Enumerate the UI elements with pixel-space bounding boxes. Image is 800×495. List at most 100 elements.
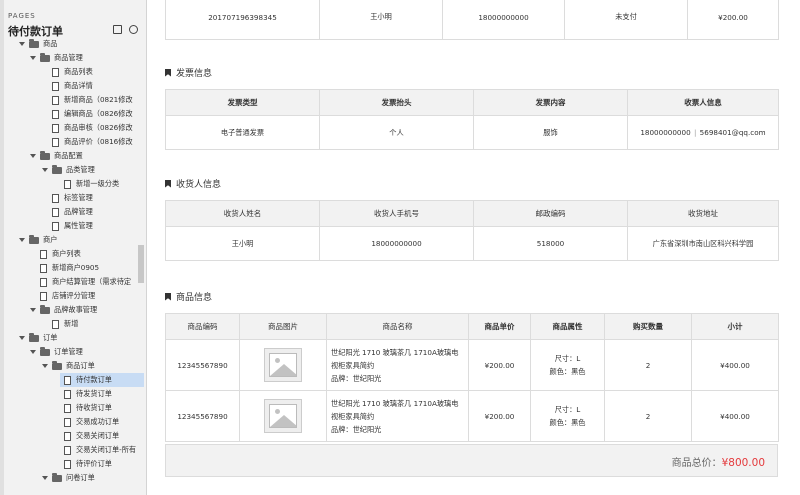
sidebar-item[interactable]: 商品配置 (30, 149, 83, 163)
expand-arrow-icon[interactable] (30, 154, 36, 158)
sidebar-scrollbar[interactable] (138, 245, 144, 283)
page-icon (64, 459, 71, 469)
page-icon (64, 375, 71, 385)
folder-icon (40, 52, 50, 62)
sidebar-item[interactable]: 新增商品（0821修改 (52, 93, 133, 107)
expand-arrow-icon[interactable] (19, 238, 25, 242)
table-row: 12345567890 世纪阳光 1710 玻璃茶几 1710A玻璃电视柜家具简… (165, 390, 779, 442)
expand-arrow-icon[interactable] (42, 168, 48, 172)
goods-attr: 尺寸：L 颜色：黑色 (530, 390, 605, 442)
sidebar-item-label: 新增一级分类 (76, 179, 120, 188)
folder-icon (40, 304, 50, 314)
sidebar-item[interactable]: 新增一级分类 (64, 177, 119, 191)
buyer-name: 王小明 (319, 0, 443, 40)
expand-arrow-icon[interactable] (30, 308, 36, 312)
image-placeholder-icon (264, 399, 302, 433)
sidebar-item[interactable]: 商户结算管理（需求待定 (40, 275, 131, 289)
consignee-section-title: 收货人信息 (165, 177, 221, 190)
sidebar-item[interactable]: 订单 (19, 331, 57, 345)
goods-price: ¥200.00 (468, 339, 531, 391)
sidebar-item[interactable]: 问卷订单 (42, 471, 95, 485)
sidebar-item-label: 问卷订单 (66, 473, 95, 482)
goods-table: 商品编码 商品图片 商品名称 商品单价 商品属性 购买数量 小计 1234556… (165, 313, 779, 442)
expand-arrow-icon[interactable] (19, 42, 25, 46)
page-icon (40, 277, 47, 287)
consignee-address: 广东省深圳市南山区科兴科学园 (627, 226, 779, 261)
invoice-header-recipient: 收票人信息 (627, 89, 779, 116)
pages-label: PAGES (8, 12, 36, 20)
total-label: 商品总价： (671, 458, 722, 469)
sidebar-item[interactable]: 店铺评分管理 (40, 289, 95, 303)
settings-icon[interactable] (129, 25, 138, 34)
export-icon[interactable] (113, 25, 122, 34)
sidebar-item[interactable]: 交易成功订单 (64, 415, 119, 429)
main-content: 201707196398345 王小明 18000000000 未支付 ¥200… (147, 0, 800, 495)
sidebar-item-label: 商户 (43, 235, 58, 244)
invoice-section-title: 发票信息 (165, 66, 212, 79)
expand-arrow-icon[interactable] (30, 350, 36, 354)
page-icon (52, 319, 59, 329)
order-number: 201707196398345 (165, 0, 320, 40)
payment-status: 未支付 (564, 0, 688, 40)
order-table: 201707196398345 王小明 18000000000 未支付 ¥200… (165, 0, 779, 40)
sidebar-item[interactable]: 商品 (19, 37, 57, 51)
sidebar-item[interactable]: 商品管理 (30, 51, 83, 65)
goods-brand: 品牌：世纪阳光 (331, 424, 382, 434)
sidebar-item[interactable]: 订单管理 (30, 345, 83, 359)
sidebar-item[interactable]: 商户列表 (40, 247, 81, 261)
folder-icon (52, 164, 62, 174)
sidebar-item[interactable]: 商户 (19, 233, 57, 247)
sidebar-header: PAGES 待付款订单 (8, 12, 63, 39)
expand-arrow-icon[interactable] (19, 336, 25, 340)
sidebar-item[interactable]: 商品审核（0826修改 (52, 121, 133, 135)
goods-image (239, 390, 327, 442)
table-row: 201707196398345 王小明 18000000000 未支付 ¥200… (165, 0, 779, 40)
page-icon (40, 249, 47, 259)
page-icon (52, 95, 59, 105)
sidebar-item[interactable]: 待发货订单 (64, 387, 112, 401)
goods-qty: 2 (604, 339, 692, 391)
goods-color: 颜色：黑色 (549, 418, 586, 427)
sidebar-item[interactable]: 商品订单 (42, 359, 95, 373)
sidebar-item-label: 属性管理 (64, 221, 93, 230)
sidebar-item[interactable]: 品牌故事管理 (30, 303, 97, 317)
sidebar-item[interactable]: 商品列表 (52, 65, 93, 79)
consignee-header-name: 收货人姓名 (165, 200, 320, 227)
total-price: 商品总价：¥800.00 (672, 454, 765, 469)
consignee-zip: 518000 (473, 226, 628, 261)
folder-icon (52, 360, 62, 370)
sidebar-item[interactable]: 交易关闭订单-所有 (64, 443, 136, 457)
sidebar-item[interactable]: 商品评价（0816修改 (52, 135, 133, 149)
sidebar-item-label: 商品配置 (54, 151, 83, 160)
sidebar-item[interactable]: 商品详情 (52, 79, 93, 93)
recipient-email: 5698401@qq.com (699, 128, 766, 137)
invoice-recipient: 18000000000 | 5698401@qq.com (627, 115, 779, 150)
expand-arrow-icon[interactable] (42, 476, 48, 480)
sidebar-item[interactable]: 待付款订单 (60, 373, 144, 387)
expand-arrow-icon[interactable] (30, 56, 36, 60)
invoice-table: 发票类型 发票抬头 发票内容 收票人信息 电子普通发票 个人 服饰 180000… (165, 89, 779, 150)
page-icon (52, 207, 59, 217)
sidebar-item[interactable]: 品牌管理 (52, 205, 93, 219)
sidebar-item-label: 商品管理 (54, 53, 83, 62)
sidebar-item[interactable]: 待评价订单 (64, 457, 112, 471)
invoice-content: 服饰 (473, 115, 628, 150)
goods-header-code: 商品编码 (165, 313, 240, 340)
page-icon (64, 179, 71, 189)
sidebar-item[interactable]: 交易关闭订单 (64, 429, 119, 443)
goods-color: 颜色：黑色 (549, 367, 586, 376)
sidebar: PAGES 待付款订单 商品商品管理商品列表 商品详情 新增商品（0821修改编辑商… (0, 0, 147, 495)
expand-arrow-icon[interactable] (42, 364, 48, 368)
sidebar-item[interactable]: 品类管理 (42, 163, 95, 177)
sidebar-item[interactable]: 新增 (52, 317, 78, 331)
goods-price: ¥200.00 (468, 390, 531, 442)
sidebar-item[interactable]: 标签管理 (52, 191, 93, 205)
sidebar-item[interactable]: 编辑商品（0826修改 (52, 107, 133, 121)
sidebar-item[interactable]: 属性管理 (52, 219, 93, 233)
sidebar-item-label: 编辑商品（0826修改 (64, 109, 133, 118)
sidebar-item-label: 商户结算管理（需求待定 (52, 277, 132, 286)
consignee-title-text: 收货人信息 (176, 180, 222, 190)
sidebar-item[interactable]: 新增商户0905 (40, 261, 99, 275)
folder-icon (52, 472, 62, 482)
sidebar-item[interactable]: 待收货订单 (64, 401, 112, 415)
